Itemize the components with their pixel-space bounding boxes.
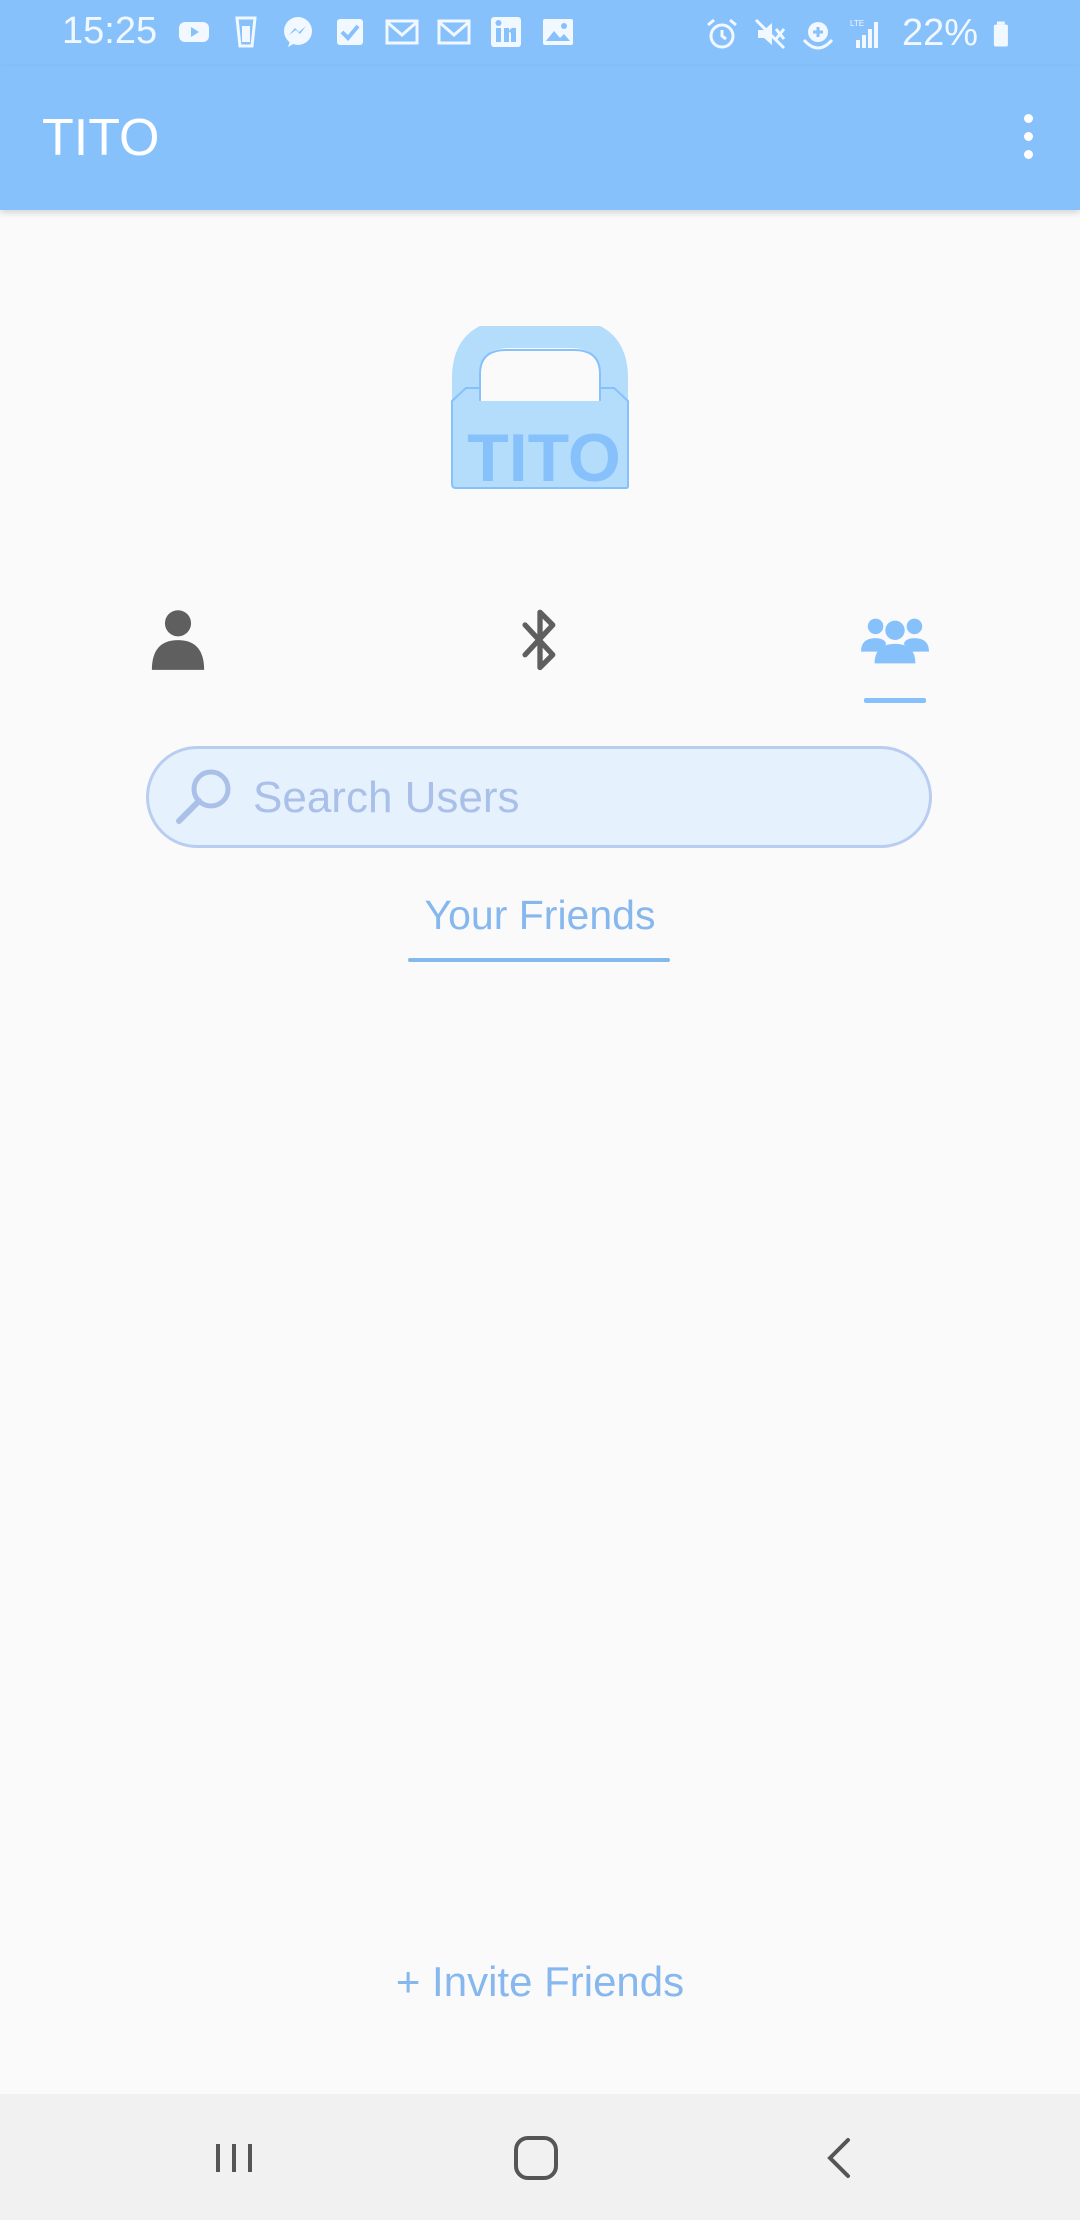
checkbox-icon (337, 19, 363, 45)
glass-icon (235, 16, 257, 48)
gmail-icon (437, 19, 471, 45)
messenger-icon (284, 17, 312, 47)
section-divider (408, 958, 670, 962)
tito-logo: TITO (451, 326, 629, 491)
mute-icon (754, 18, 786, 49)
home-icon[interactable] (506, 2130, 566, 2186)
more-vert-icon[interactable] (1010, 106, 1046, 170)
logo-text: TITO (467, 420, 621, 491)
app-bar: TITO (0, 66, 1080, 210)
battery-percent: 22% (901, 12, 978, 54)
alarm-icon (706, 18, 737, 48)
gmail-icon (385, 19, 419, 45)
search-bar[interactable] (146, 746, 932, 848)
youtube-icon (179, 22, 209, 42)
search-input[interactable] (251, 765, 895, 831)
battery-icon (993, 21, 1008, 46)
tab-profile[interactable] (128, 600, 228, 710)
status-bar: 15:25 LTE 22% (0, 0, 1080, 66)
recent-apps-icon[interactable] (204, 2130, 264, 2186)
your-friends-title: Your Friends (424, 892, 656, 938)
search-icon (176, 769, 231, 824)
group-icon (861, 618, 929, 664)
system-icons: LTE 22% (704, 12, 1018, 55)
selected-tab-indicator (864, 698, 926, 703)
app-title: TITO (42, 109, 160, 167)
tab-friends[interactable] (845, 600, 945, 710)
linkedin-icon (491, 17, 521, 47)
tab-bluetooth[interactable] (490, 600, 590, 710)
back-icon[interactable] (810, 2130, 870, 2186)
image-icon (543, 19, 573, 45)
notification-icons (176, 14, 576, 50)
svg-text:LTE: LTE (850, 19, 864, 28)
bluetooth-icon (522, 609, 556, 671)
status-time: 15:25 (62, 10, 158, 52)
system-nav-bar (0, 2094, 1080, 2220)
lte-signal-icon: LTE (850, 19, 878, 48)
person-icon (151, 610, 205, 670)
hotspot-icon (802, 21, 834, 49)
invite-friends-button[interactable]: + Invite Friends (0, 1958, 1080, 2006)
